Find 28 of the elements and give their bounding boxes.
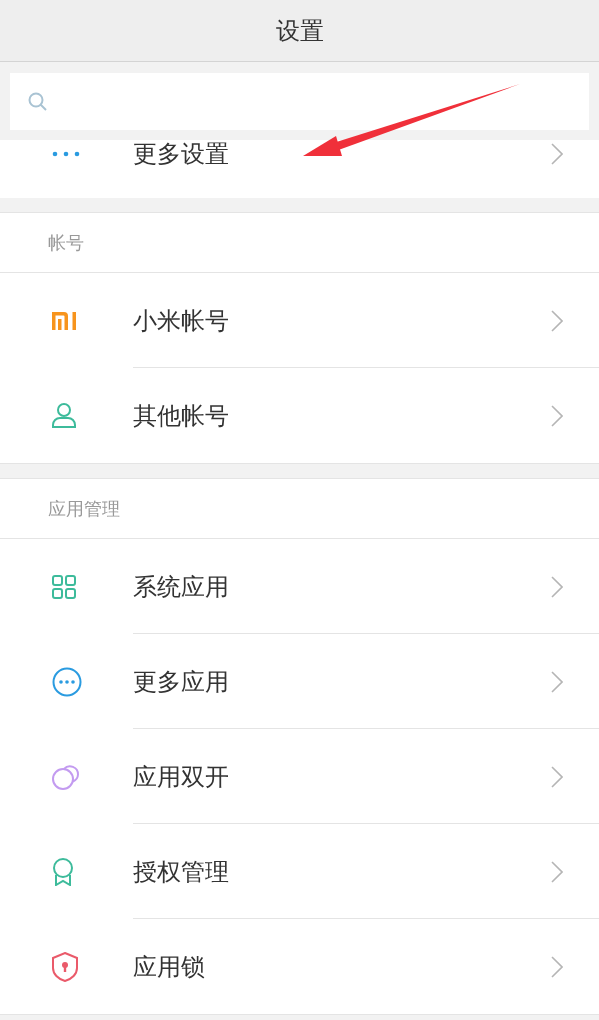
item-label: 授权管理 [133, 856, 230, 888]
chevron-icon [551, 670, 563, 693]
more-icon [52, 666, 82, 697]
chevron-icon [551, 955, 563, 978]
item-label: 更多应用 [133, 666, 230, 698]
item-label: 其他帐号 [133, 400, 230, 432]
item-label: 系统应用 [133, 571, 230, 603]
item-label: 应用锁 [133, 951, 206, 983]
person-icon [52, 403, 76, 428]
shield-lock-icon [52, 951, 78, 982]
chevron-icon [551, 575, 563, 598]
dots-icon [52, 151, 80, 157]
chevron-icon [551, 860, 563, 883]
settings-item[interactable]: 更多设置 [0, 140, 599, 198]
search-field[interactable] [10, 73, 589, 130]
logo-icon [52, 311, 76, 330]
item-label: 更多设置 [133, 140, 230, 168]
chevron-icon [551, 404, 563, 427]
page-title: 设置 [275, 15, 324, 47]
item-label: 小米帐号 [133, 305, 230, 337]
chevron-icon [551, 309, 563, 332]
item-label: 应用双开 [133, 761, 230, 793]
chevron-icon [551, 143, 563, 165]
chevron-icon [551, 765, 563, 788]
search-icon [28, 91, 48, 112]
award-ribbon-icon [52, 857, 74, 886]
grid-icon [52, 574, 76, 599]
overlapping-circles-icon [52, 763, 80, 790]
